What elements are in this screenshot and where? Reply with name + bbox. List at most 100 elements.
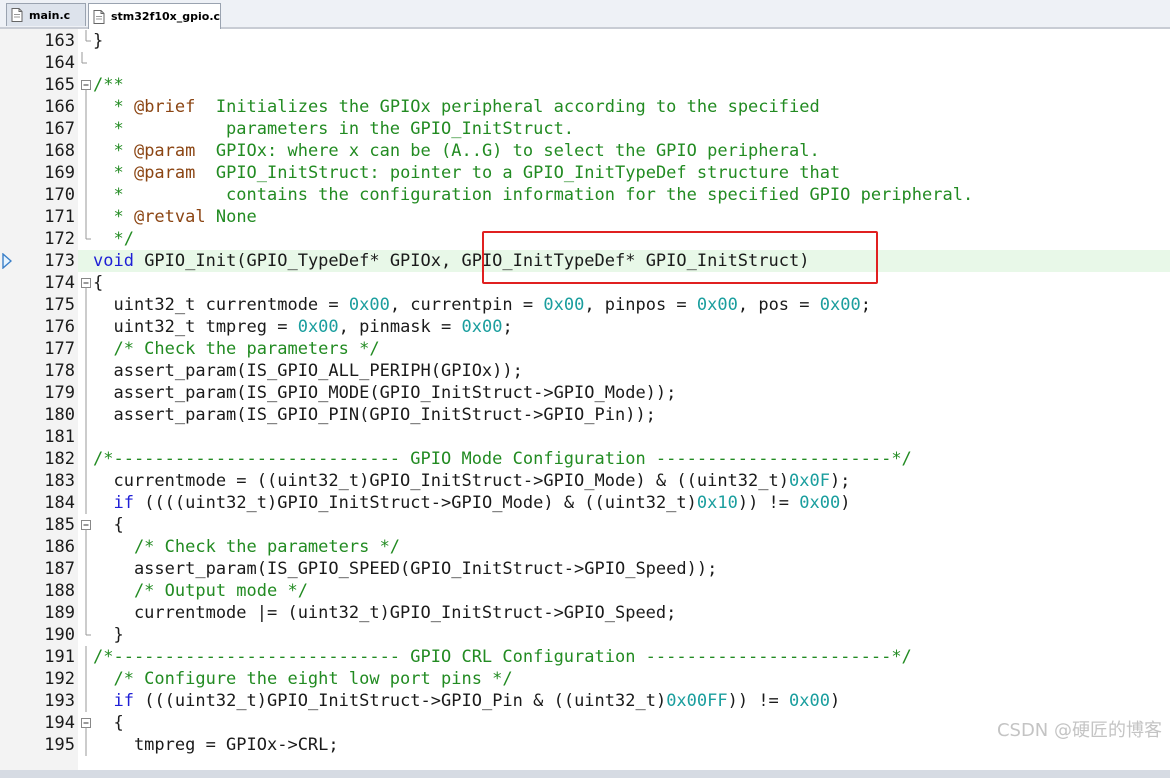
code-token: ; — [502, 317, 513, 337]
code-line[interactable]: 189 currentmode |= (uint32_t)GPIO_InitSt… — [0, 602, 1170, 624]
code-line[interactable]: 187 assert_param(IS_GPIO_SPEED(GPIO_Init… — [0, 558, 1170, 580]
code-line[interactable]: 180 assert_param(IS_GPIO_PIN(GPIO_InitSt… — [0, 404, 1170, 426]
code-line[interactable]: 195 tmpreg = GPIOx->CRL; — [0, 734, 1170, 756]
code-token: 0x00 — [799, 493, 841, 513]
code-token: * parameters in the GPIO_InitStruct. — [93, 119, 575, 139]
code-line[interactable]: 192 /* Configure the eight low port pins… — [0, 668, 1170, 690]
code-text: { — [93, 272, 103, 294]
code-token: 0x00FF — [666, 691, 728, 711]
c-file-icon — [93, 9, 105, 24]
code-line[interactable]: 167 * parameters in the GPIO_InitStruct. — [0, 118, 1170, 140]
line-number: 194 — [44, 713, 75, 733]
code-token: /*---------------------------- GPIO Mode… — [93, 449, 912, 469]
code-line[interactable]: 176 uint32_t tmpreg = 0x00, pinmask = 0x… — [0, 316, 1170, 338]
code-token: * — [93, 141, 134, 161]
code-text: /* Check the parameters */ — [93, 536, 400, 558]
code-line[interactable]: 171 * @retval None — [0, 206, 1170, 228]
code-line[interactable]: 166 * @brief Initializes the GPIOx perip… — [0, 96, 1170, 118]
code-line[interactable]: 182 /*---------------------------- GPIO M… — [0, 448, 1170, 470]
code-line[interactable]: 191 /*---------------------------- GPIO C… — [0, 646, 1170, 668]
code-token: 0x00 — [696, 295, 738, 315]
tab-main-c[interactable]: main.c — [6, 3, 86, 26]
line-number: 172 — [44, 229, 75, 249]
code-token: { — [93, 273, 104, 293]
code-text: /* Configure the eight low port pins */ — [93, 668, 512, 690]
fold-collapse-icon[interactable] — [80, 712, 92, 734]
code-token: /* Output mode */ — [93, 581, 308, 601]
code-token: if — [113, 691, 134, 711]
code-line[interactable]: 184 if ((((uint32_t)GPIO_InitStruct->GPI… — [0, 492, 1170, 514]
fold-guide-icon — [85, 382, 87, 404]
code-token: tmpreg = GPIOx->CRL; — [93, 735, 339, 755]
fold-collapse-icon[interactable] — [80, 272, 92, 294]
code-text: } — [93, 30, 103, 52]
line-number: 189 — [44, 603, 75, 623]
line-number: 186 — [44, 537, 75, 557]
line-number: 163 — [44, 31, 75, 51]
fold-guide-icon — [85, 360, 87, 382]
code-line[interactable]: 170 * contains the configuration informa… — [0, 184, 1170, 206]
code-line[interactable]: 183 currentmode = ((uint32_t)GPIO_InitSt… — [0, 470, 1170, 492]
code-token: } — [93, 31, 104, 51]
code-line[interactable]: 179 assert_param(IS_GPIO_MODE(GPIO_InitS… — [0, 382, 1170, 404]
code-token: GPIO_InitStruct: pointer to a GPIO_InitT… — [195, 163, 841, 183]
code-token: ((((uint32_t)GPIO_InitStruct->GPIO_Mode)… — [133, 493, 697, 513]
code-text: { — [93, 712, 123, 734]
fold-guide-icon — [85, 602, 87, 624]
line-number: 192 — [44, 669, 75, 689]
fold-collapse-icon[interactable] — [80, 74, 92, 96]
line-number: 178 — [44, 361, 75, 381]
code-token: , pinmask = — [338, 317, 462, 337]
fold-end-icon — [81, 52, 87, 64]
tab-stm32f10x-gpio-c[interactable]: stm32f10x_gpio.c — [88, 3, 221, 29]
code-token: )) != — [737, 493, 800, 513]
code-token: uint32_t currentmode = — [93, 295, 349, 315]
code-token: void — [93, 251, 134, 271]
code-editor[interactable]: 163} 164 165/** 166 * @brief Initializes th… — [0, 29, 1170, 778]
code-line[interactable]: 194 { — [0, 712, 1170, 734]
code-text: * @retval None — [93, 206, 256, 228]
code-line[interactable]: 163} — [0, 30, 1170, 52]
fold-blank — [80, 250, 92, 272]
code-line[interactable]: 181 — [0, 426, 1170, 448]
fold-collapse-icon[interactable] — [80, 514, 92, 536]
code-text: * contains the configuration information… — [93, 184, 973, 206]
code-line[interactable]: 168 * @param GPIOx: where x can be (A..G… — [0, 140, 1170, 162]
fold-guide-icon — [85, 470, 87, 492]
code-line[interactable]: 175 uint32_t currentmode = 0x00, current… — [0, 294, 1170, 316]
code-token: 0x10 — [696, 493, 738, 513]
code-text: /* Output mode */ — [93, 580, 308, 602]
code-token: { — [93, 515, 124, 535]
code-line[interactable]: 164 — [0, 52, 1170, 74]
code-token: ) — [840, 493, 851, 513]
code-text: * parameters in the GPIO_InitStruct. — [93, 118, 574, 140]
code-line[interactable]: 169 * @param GPIO_InitStruct: pointer to… — [0, 162, 1170, 184]
code-token: * — [93, 207, 134, 227]
code-token: ; — [860, 295, 871, 315]
code-text: if ((((uint32_t)GPIO_InitStruct->GPIO_Mo… — [93, 492, 850, 514]
fold-guide-icon — [85, 294, 87, 316]
code-line[interactable]: 165 /** — [0, 74, 1170, 96]
code-line[interactable]: 193 if (((uint32_t)GPIO_InitStruct->GPIO… — [0, 690, 1170, 712]
code-line[interactable]: 185 { — [0, 514, 1170, 536]
code-token: /*---------------------------- GPIO CRL … — [93, 647, 912, 667]
code-text: /*---------------------------- GPIO Mode… — [93, 448, 912, 470]
code-token: , currentpin = — [389, 295, 544, 315]
code-line[interactable]: 190 } — [0, 624, 1170, 646]
code-token: 0x00 — [461, 317, 503, 337]
code-token: 0x00 — [819, 295, 861, 315]
code-token: if — [113, 493, 134, 513]
line-number: 177 — [44, 339, 75, 359]
fold-guide-icon — [85, 734, 87, 756]
code-line[interactable]: 178 assert_param(IS_GPIO_ALL_PERIPH(GPIO… — [0, 360, 1170, 382]
code-line[interactable]: 188 /* Output mode */ — [0, 580, 1170, 602]
fold-guide-icon — [85, 206, 87, 228]
line-number: 171 — [44, 207, 75, 227]
code-line[interactable]: 186 /* Check the parameters */ — [0, 536, 1170, 558]
line-number: 174 — [44, 273, 75, 293]
code-line[interactable]: 177 /* Check the parameters */ — [0, 338, 1170, 360]
code-token: @retval — [133, 207, 206, 227]
fold-guide-icon — [85, 404, 87, 426]
code-text: assert_param(IS_GPIO_MODE(GPIO_InitStruc… — [93, 382, 676, 404]
code-token: GPIOx: where x can be (A..G) to select t… — [195, 141, 820, 161]
